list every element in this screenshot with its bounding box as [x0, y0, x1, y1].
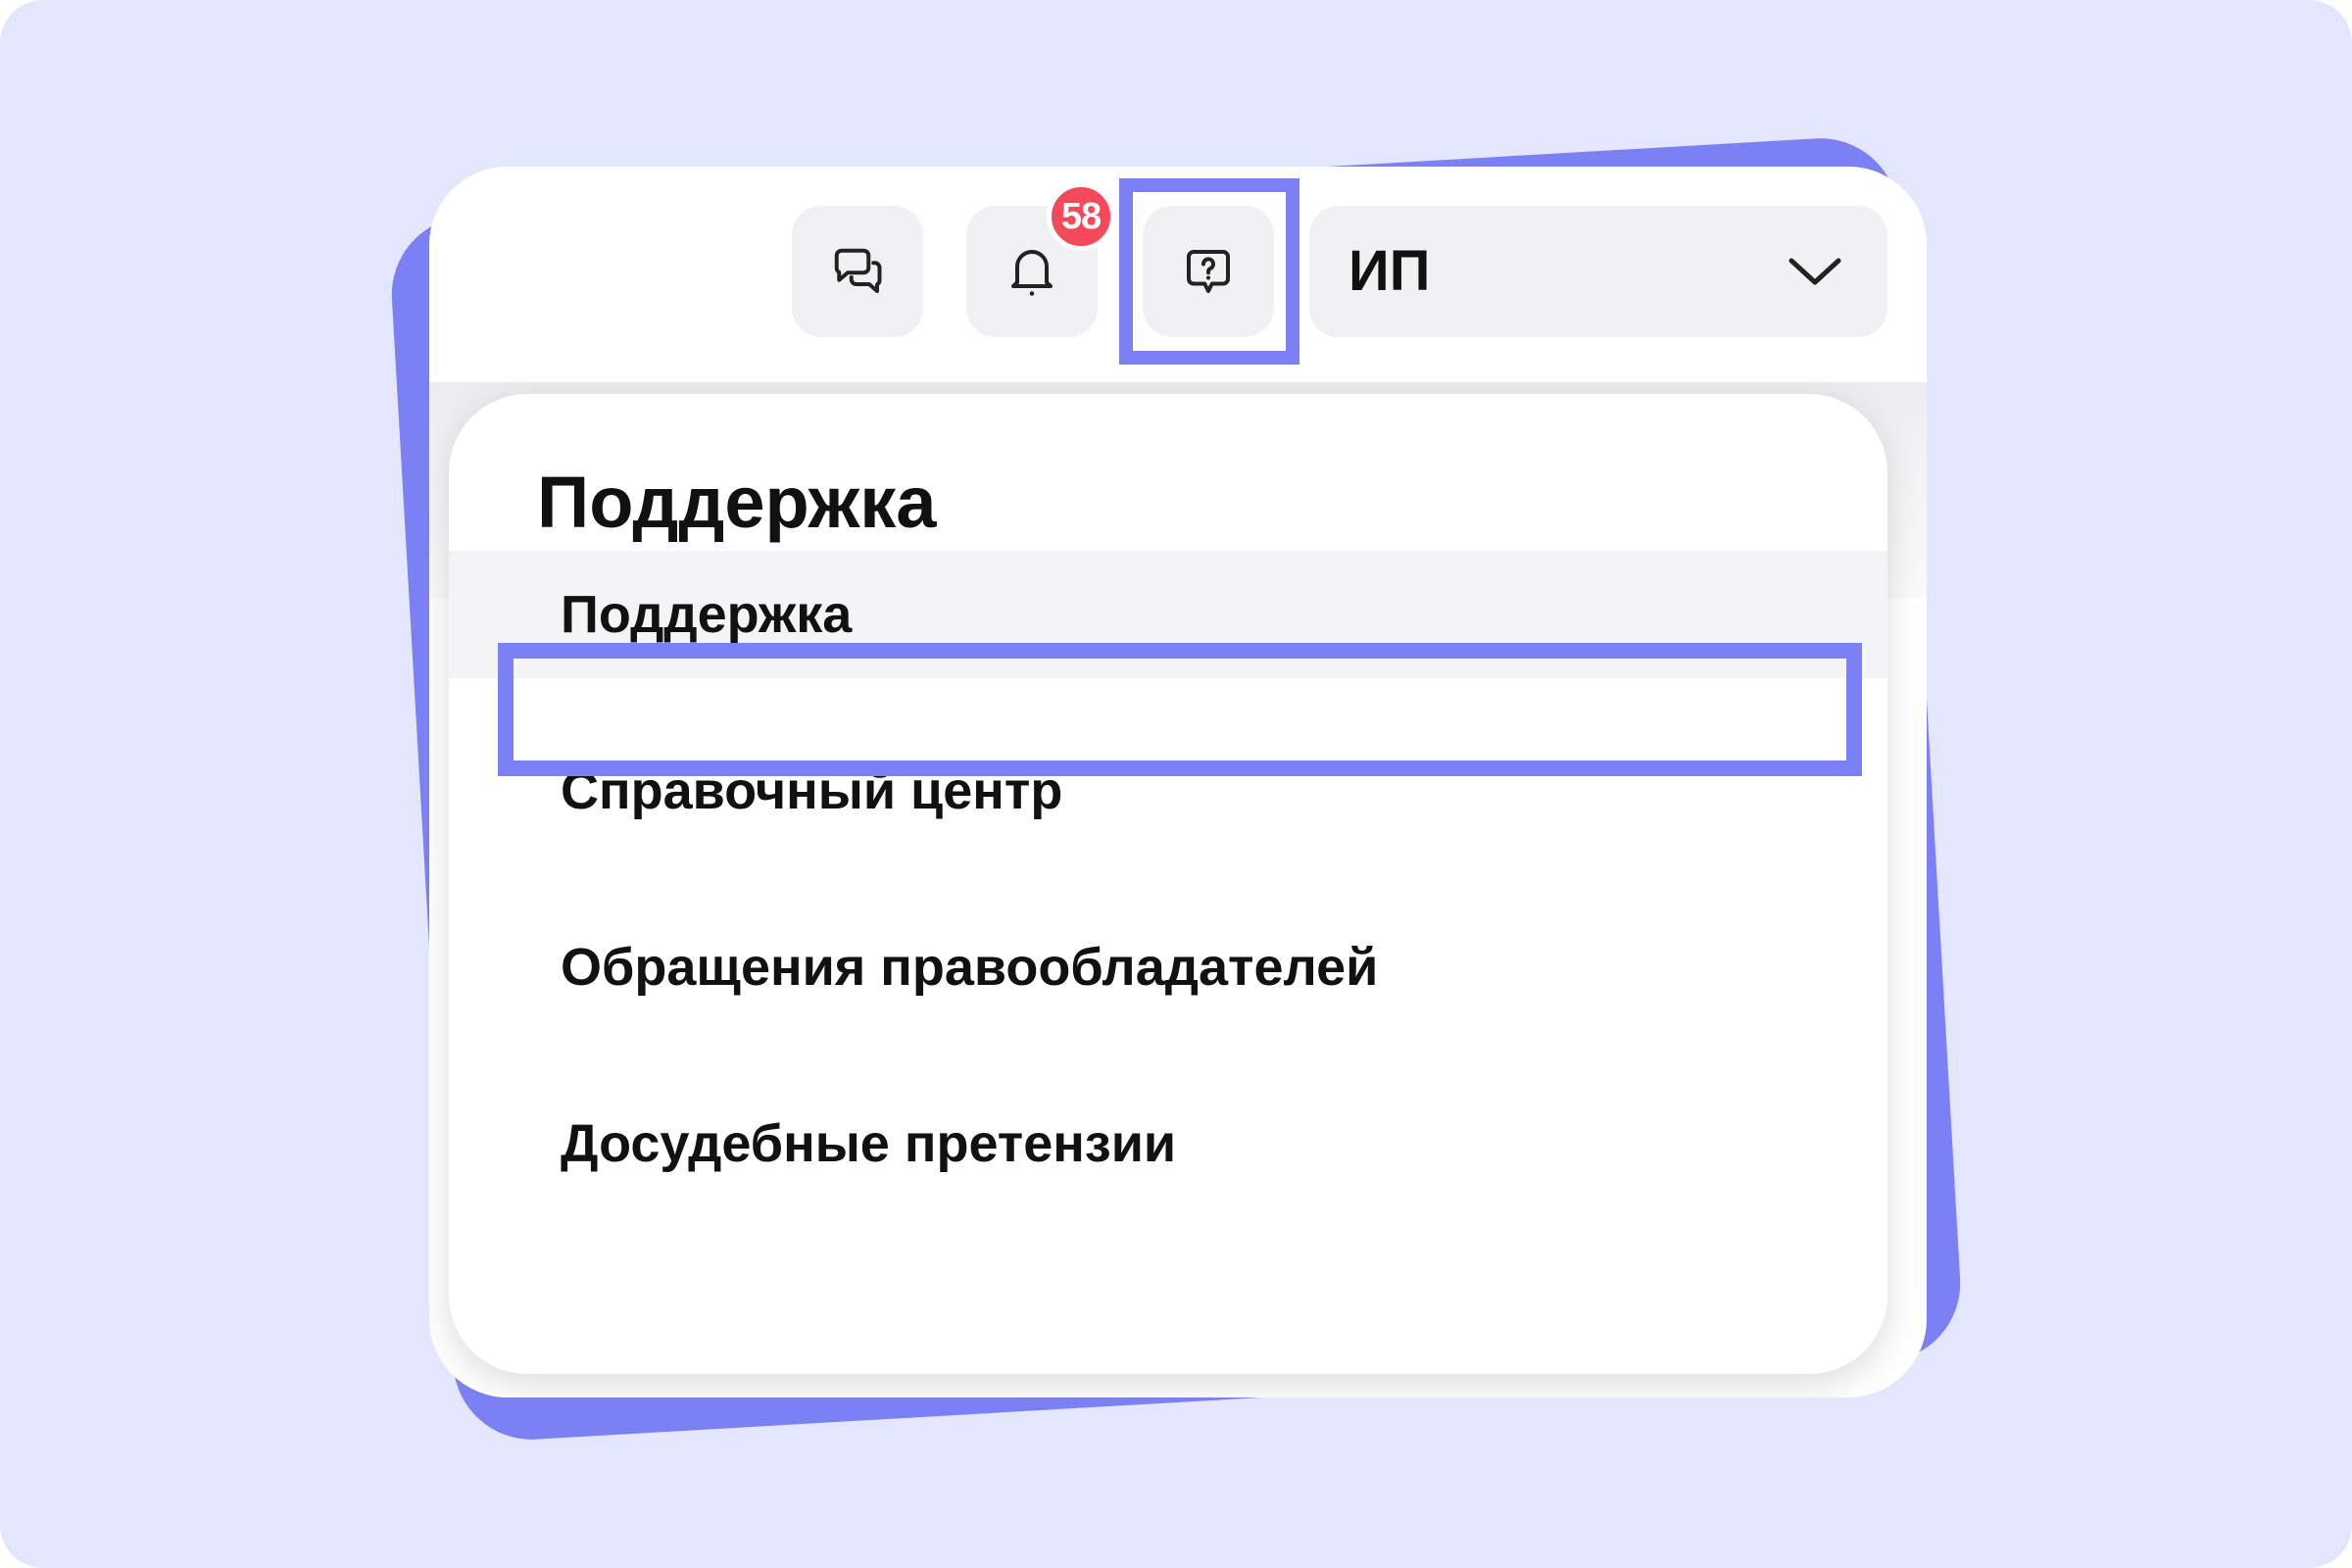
- chat-icon: [828, 242, 887, 301]
- menu-item-help-center[interactable]: Справочный центр: [449, 727, 1887, 855]
- account-selector[interactable]: ИП: [1309, 206, 1887, 337]
- help-chat-icon: [1179, 242, 1238, 301]
- support-button[interactable]: [1143, 206, 1274, 337]
- menu-item-rightsholder-requests[interactable]: Обращения правообладателей: [449, 904, 1887, 1031]
- chat-button[interactable]: [792, 206, 923, 337]
- menu-item-label: Поддержка: [561, 585, 853, 644]
- menu-item-support[interactable]: Поддержка: [449, 551, 1887, 678]
- dropdown-title: Поддержка: [537, 462, 937, 543]
- bell-icon: [1003, 242, 1061, 301]
- top-bar: 58 ИП: [429, 167, 1927, 382]
- account-label: ИП: [1348, 239, 1431, 303]
- notification-count-badge: 58: [1047, 182, 1115, 251]
- menu-item-pretrial-claims[interactable]: Досудебные претензии: [449, 1080, 1887, 1207]
- chevron-down-icon: [1786, 249, 1844, 294]
- support-dropdown: Поддержка Поддержка Справочный центр Обр…: [449, 394, 1887, 1374]
- ui-card: 58 ИП Поддержка Поддержка Справочный цен…: [429, 167, 1927, 1397]
- menu-item-label: Досудебные претензии: [561, 1114, 1177, 1173]
- menu-item-label: Обращения правообладателей: [561, 938, 1379, 997]
- menu-item-label: Справочный центр: [561, 761, 1063, 820]
- page-background: 58 ИП Поддержка Поддержка Справочный цен…: [0, 0, 2352, 1568]
